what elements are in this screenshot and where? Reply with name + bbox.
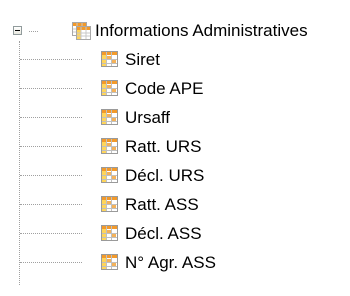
table-icon (101, 225, 118, 241)
tree-node-label: Ursaff (125, 108, 171, 127)
tree-node-label: Siret (125, 50, 160, 69)
tree-view: Informations Administratives Siret Code A… (0, 0, 350, 296)
tree-node-label: Informations Administratives (95, 21, 308, 40)
table-icon (101, 196, 118, 212)
table-icon (101, 254, 118, 270)
tree-node-label: Décl. URS (125, 166, 205, 185)
tree-connector-horizontal (20, 204, 82, 205)
tree-connector-vertical (19, 41, 20, 285)
table-icon (101, 109, 118, 125)
table-icon (101, 167, 118, 183)
tree-node-label: Décl. ASS (125, 224, 202, 243)
tree-connector-root (29, 31, 38, 32)
tree-connector-horizontal (20, 146, 82, 147)
table-icon (101, 51, 118, 67)
tree-node-label: Code APE (125, 79, 204, 98)
tree-connector-horizontal (20, 175, 82, 176)
tree-connector-horizontal (20, 233, 82, 234)
tree-connector-horizontal (20, 59, 82, 60)
tree-node-label: N° Agr. ASS (125, 253, 216, 272)
tree-connector-horizontal (20, 88, 82, 89)
tree-connector-horizontal (20, 117, 82, 118)
table-icon (101, 138, 118, 154)
table-icon (101, 80, 118, 96)
table-folder-icon (72, 22, 91, 40)
tree-node-label: Ratt. URS (125, 137, 202, 156)
tree-node-label: Ratt. ASS (125, 195, 199, 214)
tree-connector-horizontal (20, 262, 82, 263)
collapse-toggle-icon[interactable] (13, 26, 22, 35)
